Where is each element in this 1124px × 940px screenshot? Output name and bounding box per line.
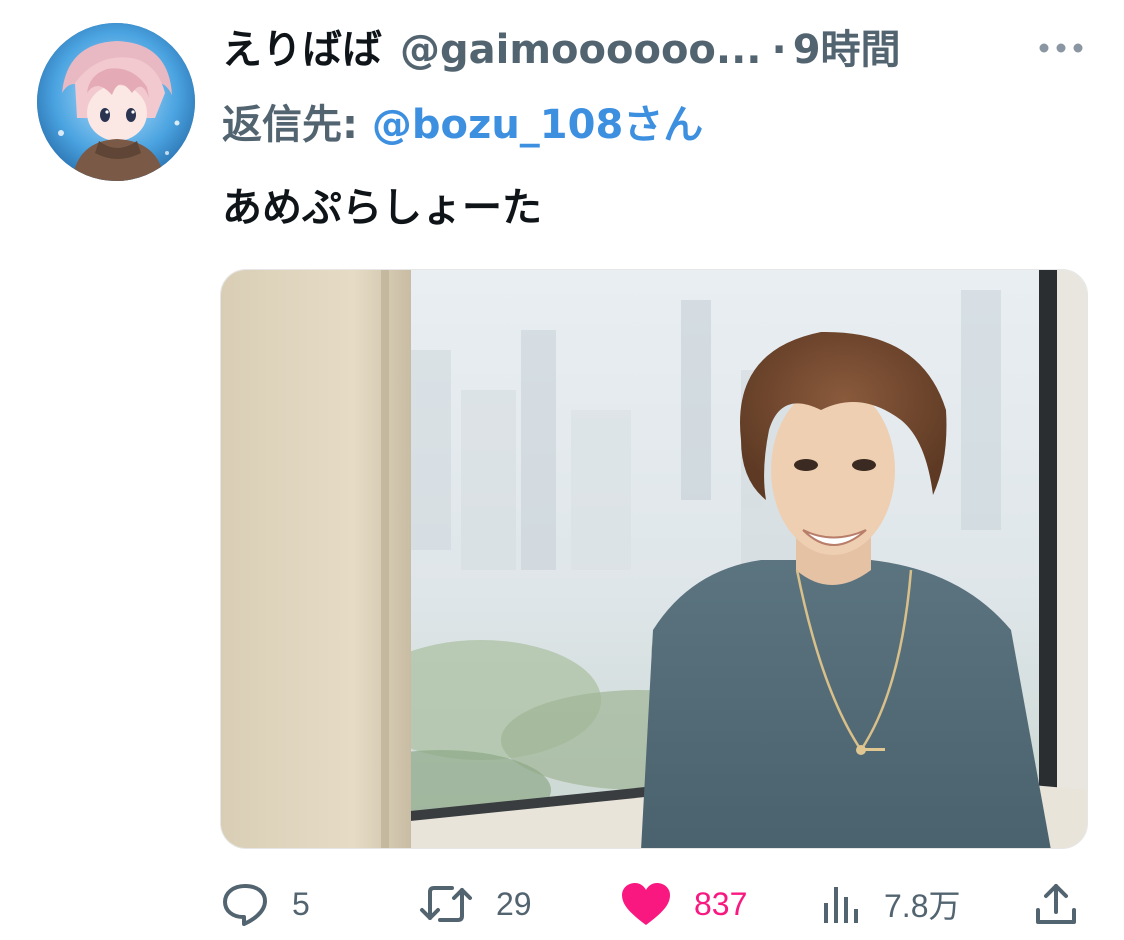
bar-chart-icon bbox=[824, 887, 858, 923]
reply-button[interactable]: 5 bbox=[220, 878, 310, 930]
reply-context: 返信先: @bozu_108さん bbox=[222, 97, 703, 153]
tweet-text: あめぷらしょーた bbox=[222, 185, 542, 231]
like-count: 837 bbox=[694, 885, 748, 922]
retweet-button[interactable]: 29 bbox=[418, 878, 532, 930]
retweet-count: 29 bbox=[496, 885, 532, 922]
display-name[interactable]: えりばば bbox=[222, 22, 382, 78]
heart-filled-icon bbox=[622, 883, 670, 925]
timestamp[interactable]: 9時間 bbox=[793, 22, 901, 78]
separator-dot: · bbox=[771, 27, 787, 73]
views-count: 7.8万 bbox=[884, 888, 961, 924]
reply-prefix: 返信先: bbox=[222, 102, 372, 148]
speech-bubble-icon bbox=[223, 884, 267, 926]
views-button[interactable]: 7.8万 bbox=[820, 878, 961, 930]
tweet-header: えりばば @gaimoooooo... · 9時間 bbox=[222, 22, 901, 78]
more-horizontal-icon bbox=[1039, 43, 1083, 53]
share-upload-icon bbox=[1036, 884, 1076, 924]
retweet-arrows-icon bbox=[420, 886, 472, 922]
user-handle[interactable]: @gaimoooooo... bbox=[400, 22, 761, 78]
share-button[interactable] bbox=[1034, 878, 1078, 930]
reply-count: 5 bbox=[292, 885, 310, 922]
tweet-action-bar: 5 29 837 7.8万 bbox=[0, 870, 1124, 940]
reply-target-link[interactable]: @bozu_108さん bbox=[372, 102, 703, 148]
avatar[interactable] bbox=[37, 23, 195, 181]
tweet-photo[interactable] bbox=[220, 269, 1088, 849]
more-options-button[interactable] bbox=[1036, 28, 1086, 68]
photo-image bbox=[221, 270, 1087, 848]
like-button[interactable]: 837 bbox=[620, 878, 747, 930]
